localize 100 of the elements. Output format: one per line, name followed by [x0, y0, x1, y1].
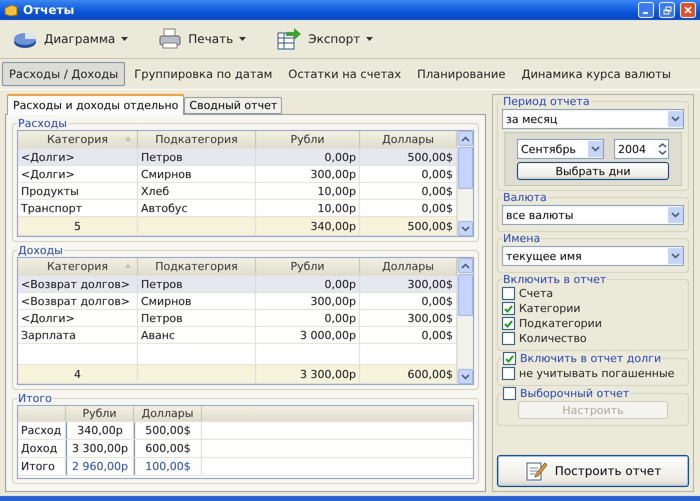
table-row[interactable]: <Возврат долгов> Петров 0,00р 300,00$	[18, 276, 457, 293]
row-label: Итого	[18, 458, 66, 475]
table-cell: 0,00р	[256, 310, 360, 326]
minimize-button[interactable]	[638, 2, 654, 18]
nav-tab[interactable]: Группировка по датам	[127, 62, 280, 86]
table-cell: Хлеб	[138, 183, 256, 199]
table-cell: 300,00р	[256, 166, 360, 182]
tab[interactable]: Расходы и доходы отдельно	[7, 94, 184, 115]
table-cell: Петров	[138, 310, 256, 326]
row-label: Расход	[18, 422, 66, 439]
names-dropdown[interactable]: текущее имя	[502, 246, 684, 266]
table-cell: 2 960,00р	[66, 458, 134, 475]
toolbar-button[interactable]: Диаграмма	[8, 26, 132, 52]
checkbox-label: не учитывать погашенные	[519, 367, 674, 380]
close-button[interactable]	[680, 2, 696, 18]
checkbox[interactable]	[502, 302, 515, 315]
column-header[interactable]: Категория	[18, 131, 138, 148]
group-title: Итого	[17, 392, 53, 405]
select-days-button[interactable]: Выбрать дни	[517, 162, 669, 180]
column-header[interactable]: Подкатегория	[138, 131, 256, 148]
scrollbar[interactable]	[457, 258, 473, 384]
table-cell: <Возврат долгов>	[18, 293, 138, 309]
export-table-icon	[276, 28, 302, 50]
column-header[interactable]: Подкатегория	[138, 258, 256, 275]
group-title: Расходы	[17, 117, 68, 130]
total-cell: 3 300,00р	[256, 365, 360, 383]
period-dropdown[interactable]: за месяц	[502, 109, 684, 129]
checkbox-label: Включить в отчет долги	[520, 352, 662, 365]
group-title: Период отчета	[502, 95, 591, 108]
total-cell: 5	[18, 217, 138, 235]
spin-arrows-icon	[657, 142, 668, 156]
table-row[interactable]: Транспорт Автобус 10,00р 0,00$	[18, 200, 457, 217]
column-header[interactable]: Рубли	[256, 131, 360, 148]
table-cell: 100,00$	[134, 458, 202, 475]
year-spinner[interactable]: 2004	[614, 139, 669, 159]
table-cell: 10,00р	[256, 183, 360, 199]
month-dropdown[interactable]: Сентябрь	[517, 139, 604, 159]
chevron-down-icon	[461, 374, 470, 380]
column-header[interactable]: Категория	[18, 258, 138, 275]
table-cell: 0,00р	[256, 149, 360, 165]
table-cell: <Возврат долгов>	[18, 276, 138, 292]
tab[interactable]: Сводный отчет	[184, 97, 282, 114]
table-cell: 0,00р	[256, 276, 360, 292]
sort-icon	[125, 263, 131, 268]
table-cell: Продукты	[18, 183, 138, 199]
table-cell: Зарплата	[18, 327, 138, 343]
table-row[interactable]: Продукты Хлеб 10,00р 0,00$	[18, 183, 457, 200]
window-title: Отчеты	[23, 3, 76, 17]
scroll-up-icon	[461, 136, 470, 142]
total-cell: 340,00р	[256, 217, 360, 235]
table-cell: 3 300,00р	[66, 440, 134, 457]
table-row[interactable]: <Возврат долгов> Смирнов 300,00р 0,00$	[18, 293, 457, 310]
toolbar-button[interactable]: Печать	[154, 26, 250, 52]
table-cell: Аванс	[138, 327, 256, 343]
checkbox[interactable]	[502, 287, 515, 300]
table-cell: Петров	[138, 149, 256, 165]
table-row[interactable]: <Долги> Петров 0,00р 300,00$	[18, 310, 457, 327]
checkbox-label: Подкатегории	[519, 317, 602, 330]
column-header[interactable]: Рубли	[256, 258, 360, 275]
group-title: Доходы	[17, 244, 64, 257]
checkbox[interactable]	[502, 367, 515, 380]
row-label: Доход	[18, 440, 66, 457]
total-cell: 4	[18, 365, 138, 383]
report-pencil-icon	[524, 460, 547, 482]
table-cell: <Долги>	[18, 310, 138, 326]
group-title: Имена	[502, 232, 542, 245]
table-row[interactable]: <Долги> Петров 0,00р 500,00$	[18, 149, 457, 166]
checkbox[interactable]	[502, 332, 515, 345]
table-row[interactable]: Зарплата Аванс 3 000,00р 0,00$	[18, 327, 457, 344]
build-report-button[interactable]: Построить отчет	[497, 455, 689, 487]
checkbox-label: Выборочный отчет	[520, 387, 630, 400]
chevron-down-icon	[461, 226, 470, 232]
nav-tab[interactable]: Расходы / Доходы	[2, 62, 126, 86]
currency-dropdown[interactable]: все валюты	[502, 205, 684, 225]
toolbar-button[interactable]: Экспорт	[272, 26, 378, 52]
checkbox[interactable]	[503, 387, 516, 400]
table-cell: Смирнов	[138, 166, 256, 182]
table-cell: 600,00$	[134, 440, 202, 457]
printer-icon	[158, 28, 182, 50]
nav-tab[interactable]: Планирование	[410, 62, 512, 86]
nav-tab[interactable]: Динамика курса валюты	[514, 62, 678, 86]
checkbox[interactable]	[503, 352, 516, 365]
checkbox-label: Категории	[519, 302, 581, 315]
scrollbar[interactable]	[457, 131, 473, 236]
checkbox[interactable]	[502, 317, 515, 330]
table-cell: Автобус	[138, 200, 256, 216]
table-cell: 500,00$	[134, 422, 202, 439]
group-title: Включить в отчет	[502, 273, 608, 286]
table-cell: Петров	[138, 276, 256, 292]
caret-icon	[121, 37, 128, 41]
restore-button[interactable]	[659, 2, 675, 18]
chevron-down-icon	[671, 116, 680, 122]
table-cell: Транспорт	[18, 200, 138, 216]
group-title: Валюта	[502, 191, 548, 204]
table-cell: <Долги>	[18, 166, 138, 182]
nav-tab[interactable]: Остатки на счетах	[281, 62, 408, 86]
close-icon	[684, 6, 692, 14]
caret-icon	[366, 37, 374, 41]
column-header: Рубли	[66, 406, 134, 421]
table-row[interactable]: <Долги> Смирнов 300,00р 0,00$	[18, 166, 457, 183]
